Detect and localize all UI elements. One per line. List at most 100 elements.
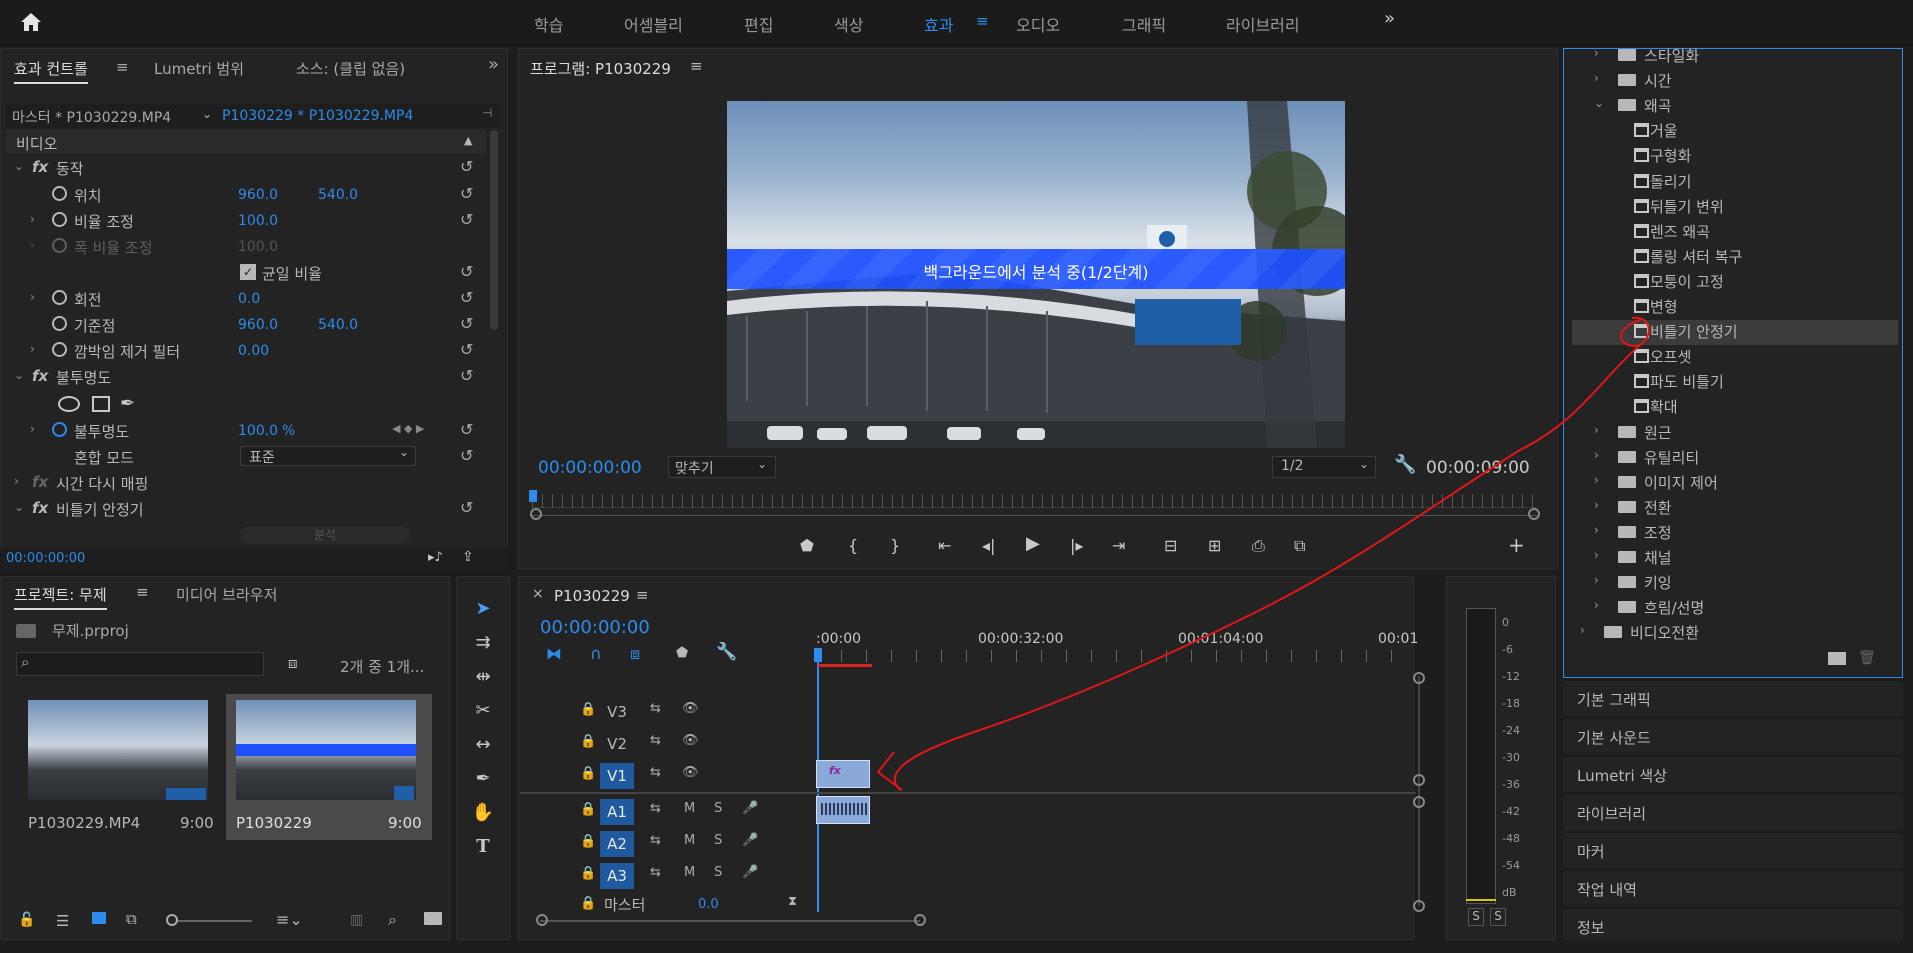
panel-essential-graphics[interactable]: 기본 그래픽: [1563, 680, 1903, 716]
new-bin-folder-icon[interactable]: [424, 912, 442, 925]
lock-icon[interactable]: 🔓: [18, 912, 35, 928]
chevron-right-icon[interactable]: ›: [1594, 573, 1599, 587]
master-clip-label[interactable]: 마스터 * P1030229.MP4: [12, 107, 171, 127]
playhead-marker[interactable]: [529, 490, 537, 502]
reset-icon[interactable]: ↺: [460, 210, 473, 229]
ec-row-time-remap[interactable]: › fx 시간 다시 매핑: [8, 470, 486, 496]
rotation-value[interactable]: 0.0: [238, 291, 260, 307]
eye-icon[interactable]: 👁: [682, 701, 699, 716]
panel-overflow[interactable]: »: [488, 54, 499, 75]
ec-timecode[interactable]: 00:00:00:00: [6, 551, 85, 566]
wrench-icon[interactable]: 🔧: [716, 642, 737, 662]
playhead-handle[interactable]: [814, 648, 822, 662]
step-forward-icon[interactable]: |▸: [1070, 536, 1083, 555]
solo-button[interactable]: S: [714, 833, 722, 848]
chevron-right-icon[interactable]: ›: [1580, 623, 1585, 637]
blend-mode-select[interactable]: 표준 ⌄: [240, 445, 416, 466]
workspace-tab[interactable]: 라이브러리: [1226, 12, 1300, 36]
lock-icon[interactable]: 🔒: [580, 734, 596, 749]
scroll-handle[interactable]: [914, 914, 926, 926]
chevron-down-icon[interactable]: ⌄: [14, 500, 24, 514]
position-y-value[interactable]: 540.0: [318, 187, 358, 203]
lock-icon[interactable]: 🔒: [580, 702, 596, 717]
timeline-timecode[interactable]: 00:00:00:00: [540, 617, 650, 638]
mute-button[interactable]: M: [684, 865, 695, 880]
effect-item[interactable]: 롤링 셔터 복구: [1580, 245, 1898, 270]
panel-menu-icon[interactable]: ≡: [690, 57, 703, 75]
chevron-right-icon[interactable]: ›: [14, 474, 19, 488]
panel-menu-icon[interactable]: ≡: [136, 583, 149, 601]
reset-icon[interactable]: ↺: [460, 366, 473, 385]
tab-media-browser[interactable]: 미디어 브라우저: [176, 584, 277, 605]
effect-folder[interactable]: › 키잉: [1580, 571, 1898, 596]
reset-icon[interactable]: ↺: [460, 420, 473, 439]
scrollbar[interactable]: [490, 130, 498, 330]
stopwatch-icon[interactable]: [52, 212, 67, 227]
effect-folder[interactable]: › 흐림/선명: [1580, 596, 1898, 621]
chevron-right-icon[interactable]: ›: [30, 290, 35, 304]
stopwatch-icon[interactable]: [52, 422, 67, 437]
program-timeruler[interactable]: [532, 494, 1538, 508]
chevron-down-icon[interactable]: ⌄: [14, 159, 24, 173]
solo-button[interactable]: S: [714, 865, 722, 880]
panel-libraries[interactable]: 라이브러리: [1563, 794, 1903, 830]
solo-right-button[interactable]: S: [1490, 908, 1506, 926]
track-name[interactable]: V1: [600, 763, 634, 789]
chevron-right-icon[interactable]: ›: [1594, 498, 1599, 512]
program-timecode[interactable]: 00:00:00:00: [538, 458, 642, 478]
effect-item[interactable]: 뒤틀기 변위: [1580, 195, 1898, 220]
track-name[interactable]: A3: [600, 863, 634, 889]
audio-clip[interactable]: [816, 796, 870, 824]
nest-icon[interactable]: ⧓: [546, 644, 562, 663]
project-item-selected[interactable]: P1030229 9:00: [226, 694, 432, 840]
new-bin-icon[interactable]: ⧈: [288, 654, 298, 672]
scroll-handle[interactable]: [1413, 900, 1425, 912]
timeline-ruler[interactable]: [816, 650, 1400, 662]
chevron-down-icon[interactable]: ⌄: [1594, 96, 1604, 110]
sequence-tab[interactable]: P1030229: [554, 587, 630, 605]
effect-item[interactable]: 파도 비틀기: [1580, 370, 1898, 395]
chevron-right-icon[interactable]: ›: [30, 212, 35, 226]
effect-item[interactable]: 렌즈 왜곡: [1580, 220, 1898, 245]
fx-icon[interactable]: fx: [32, 473, 48, 491]
track-name[interactable]: V3: [600, 699, 634, 725]
automate-icon[interactable]: ▥: [350, 912, 363, 928]
horizontal-scrollbar[interactable]: [540, 920, 920, 922]
reset-icon[interactable]: ↺: [460, 184, 473, 203]
chevron-right-icon[interactable]: ›: [1594, 448, 1599, 462]
sync-lock-icon[interactable]: ⇆: [650, 701, 661, 716]
type-tool-icon[interactable]: T: [470, 836, 496, 862]
panel-info[interactable]: 정보: [1563, 908, 1903, 940]
freeform-view-icon[interactable]: ⧉: [126, 910, 137, 928]
workspace-tab[interactable]: 그래픽: [1122, 12, 1166, 36]
effect-item[interactable]: 변형: [1580, 295, 1898, 320]
tab-project[interactable]: 프로젝트: 무제: [14, 584, 107, 610]
ec-row-motion[interactable]: ⌄ fx 동작 ↺: [8, 155, 486, 181]
chevron-right-icon[interactable]: ›: [30, 422, 35, 436]
reset-icon[interactable]: ↺: [460, 262, 473, 281]
lock-icon[interactable]: 🔒: [580, 896, 596, 911]
resolution-select[interactable]: 1/2 ⌄: [1272, 456, 1376, 478]
workspace-tab[interactable]: 어셈블리: [624, 12, 683, 36]
effect-folder[interactable]: › 시간: [1580, 69, 1898, 94]
sync-lock-icon[interactable]: ⇆: [650, 801, 661, 816]
hamburger-icon[interactable]: ≡: [976, 12, 989, 30]
eye-icon[interactable]: 👁: [682, 733, 699, 748]
vertical-scrollbar[interactable]: [1418, 676, 1420, 906]
effect-folder[interactable]: › 스타일화: [1580, 44, 1898, 69]
lift-icon[interactable]: ⊟: [1164, 536, 1177, 555]
close-icon[interactable]: ×: [532, 586, 544, 602]
fx-icon[interactable]: fx: [32, 158, 48, 176]
microphone-icon[interactable]: 🎤: [742, 801, 758, 816]
reset-icon[interactable]: ↺: [460, 314, 473, 333]
av-divider[interactable]: [520, 792, 1416, 794]
sort-icon[interactable]: ≡⌄: [276, 910, 303, 929]
linked-selection-icon[interactable]: ⧈: [630, 644, 640, 664]
lock-icon[interactable]: 🔒: [580, 802, 596, 817]
snap-icon[interactable]: ∩: [590, 644, 602, 663]
master-volume[interactable]: 0.0: [698, 897, 719, 912]
lock-icon[interactable]: 🔒: [580, 834, 596, 849]
checkbox-checked[interactable]: ✓: [240, 264, 256, 280]
chevron-down-icon[interactable]: ⌄: [202, 107, 212, 121]
go-to-end-icon[interactable]: ⧗: [788, 894, 797, 909]
